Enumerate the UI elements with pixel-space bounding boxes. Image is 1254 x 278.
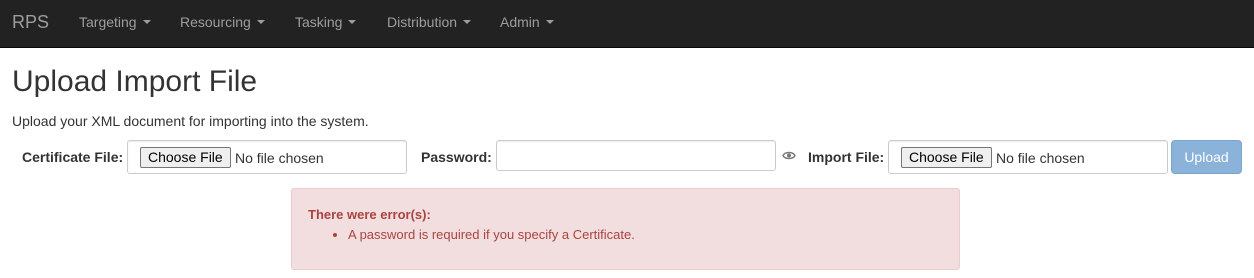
top-navbar: RPS Targeting Resourcing Tasking Distrib…: [0, 0, 1254, 48]
caret-down-icon: [142, 20, 151, 25]
password-input[interactable]: [496, 140, 776, 171]
nav-item-label: Distribution: [387, 14, 458, 30]
certificate-file-label: Certificate File:: [22, 149, 124, 165]
certificate-file-status: No file chosen: [235, 150, 324, 166]
nav-item-resourcing[interactable]: Resourcing: [180, 14, 265, 30]
caret-down-icon: [256, 20, 265, 25]
import-file-status: No file chosen: [996, 150, 1085, 166]
brand-logo[interactable]: RPS: [12, 12, 49, 32]
caret-down-icon: [348, 20, 357, 25]
error-alert-title: There were error(s):: [308, 207, 431, 222]
error-alert: There were error(s): A password is requi…: [291, 188, 960, 270]
nav-item-label: Targeting: [79, 14, 137, 30]
import-choose-file-button[interactable]: Choose File: [901, 147, 992, 168]
upload-button[interactable]: Upload: [1171, 140, 1242, 174]
caret-down-icon: [463, 20, 472, 25]
error-list-item: A password is required if you specify a …: [348, 226, 635, 244]
certificate-choose-file-button[interactable]: Choose File: [140, 147, 231, 168]
import-file-input[interactable]: Choose File No file chosen: [888, 140, 1168, 174]
page-subtitle: Upload your XML document for importing i…: [12, 113, 369, 129]
nav-item-targeting[interactable]: Targeting: [79, 14, 151, 30]
import-file-label: Import File:: [808, 149, 885, 165]
eye-icon[interactable]: [782, 150, 796, 161]
caret-down-icon: [545, 20, 554, 25]
nav-item-label: Admin: [500, 14, 540, 30]
nav-item-tasking[interactable]: Tasking: [295, 14, 357, 30]
password-label: Password:: [421, 149, 492, 165]
nav-item-label: Tasking: [295, 14, 343, 30]
certificate-file-input[interactable]: Choose File No file chosen: [127, 140, 407, 174]
nav-item-admin[interactable]: Admin: [500, 14, 554, 30]
page-title: Upload Import File: [12, 65, 258, 98]
error-list: A password is required if you specify a …: [308, 226, 635, 244]
nav-item-distribution[interactable]: Distribution: [387, 14, 472, 30]
nav-item-label: Resourcing: [180, 14, 251, 30]
